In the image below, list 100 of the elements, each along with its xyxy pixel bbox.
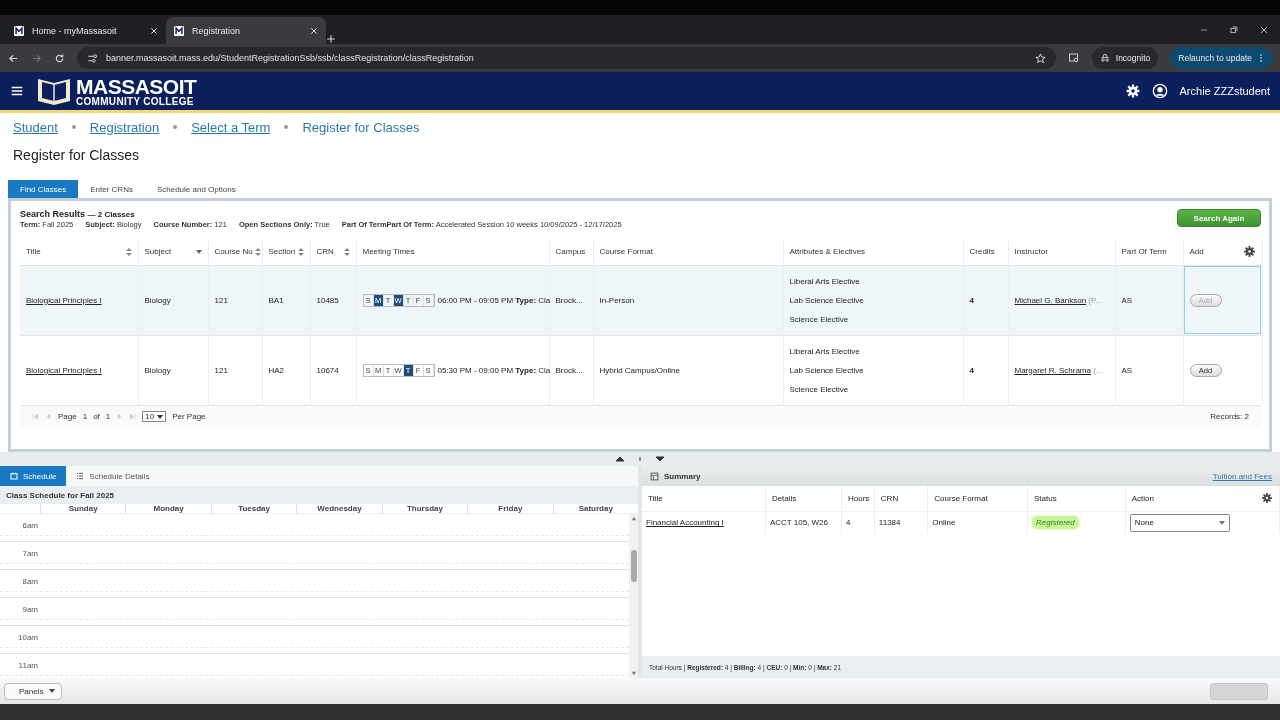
panels-button[interactable]: Panels bbox=[4, 682, 63, 700]
breadcrumb-link[interactable]: Select a Term bbox=[191, 119, 271, 135]
table-cell: ACCT 105, W26 bbox=[769, 518, 828, 528]
caret-icon bbox=[157, 414, 164, 419]
scrollbar[interactable] bbox=[629, 514, 638, 678]
browser-tab[interactable]: Home - myMassasoit bbox=[6, 17, 166, 44]
day-header: Monday bbox=[125, 504, 211, 514]
pager-label: of bbox=[93, 412, 100, 421]
star-icon[interactable] bbox=[1034, 52, 1046, 64]
hour-label: 7am bbox=[21, 549, 38, 558]
breadcrumb-link[interactable]: Student bbox=[13, 119, 58, 135]
attribute-label: Lab Science Elective bbox=[789, 294, 865, 307]
breadcrumb-separator bbox=[284, 125, 289, 129]
tab[interactable]: Enter CRNs bbox=[78, 180, 145, 198]
column-header: Hours bbox=[847, 493, 870, 503]
day-header: Sunday bbox=[40, 504, 126, 514]
table-cell: 4 bbox=[969, 295, 974, 305]
attribute-label: Science Elective bbox=[789, 313, 850, 326]
column-header: Details bbox=[771, 493, 797, 503]
next-page-icon bbox=[116, 413, 124, 420]
restore-icon[interactable] bbox=[1230, 25, 1238, 34]
close-icon[interactable] bbox=[150, 26, 158, 35]
attribute-label: Liberal Arts Elective bbox=[789, 345, 861, 358]
back-icon[interactable] bbox=[8, 52, 19, 64]
sort-icon[interactable] bbox=[125, 247, 132, 256]
previous-page-icon bbox=[45, 413, 52, 420]
first-page-icon bbox=[32, 413, 39, 420]
tuition-fees-link[interactable]: Tuition and Fees bbox=[1212, 471, 1272, 481]
instructor-link[interactable]: Margaret R. Schrama bbox=[1014, 365, 1091, 375]
column-header[interactable]: Campus bbox=[555, 247, 586, 257]
reload-icon[interactable] bbox=[54, 52, 65, 64]
close-icon[interactable] bbox=[1260, 25, 1268, 34]
column-header: Course Format bbox=[934, 493, 988, 503]
schedule-tab[interactable]: Schedule bbox=[0, 466, 67, 486]
action-select[interactable]: None bbox=[1129, 513, 1230, 532]
column-header[interactable]: Title bbox=[26, 247, 41, 257]
menu-icon[interactable] bbox=[10, 84, 24, 98]
incognito-indicator[interactable]: Incognito bbox=[1091, 47, 1159, 69]
column-header[interactable]: Part Of Term bbox=[1121, 247, 1167, 257]
column-header[interactable]: Attributes & Electives bbox=[789, 247, 866, 257]
table-cell: Online bbox=[932, 518, 956, 528]
table-cell: Biology bbox=[144, 365, 171, 375]
instructor-link[interactable]: Michael G. Bankson bbox=[1014, 295, 1087, 305]
column-header[interactable]: Subject bbox=[144, 247, 172, 257]
hour-label: 8am bbox=[21, 577, 38, 586]
new-tab-icon[interactable] bbox=[326, 34, 336, 44]
scrollbar-thumb[interactable] bbox=[630, 550, 637, 582]
page-number[interactable]: 1 bbox=[82, 412, 88, 421]
table-cell: 10674 bbox=[316, 365, 339, 375]
day-header: Friday bbox=[467, 504, 553, 514]
sort-icon[interactable] bbox=[297, 247, 304, 256]
column-header[interactable]: Meeting Times bbox=[362, 247, 415, 257]
day-header: Wednesday bbox=[296, 504, 382, 514]
course-title-link[interactable]: Financial Accounting I bbox=[646, 518, 724, 528]
incognito-icon bbox=[1099, 53, 1110, 63]
page-title: Register for Classes bbox=[12, 146, 141, 165]
column-header[interactable]: CRN bbox=[316, 247, 334, 257]
table-cell: 11384 bbox=[878, 518, 901, 528]
column-header[interactable]: Credits bbox=[969, 247, 995, 257]
sort-icon[interactable] bbox=[343, 247, 350, 256]
column-header[interactable]: Instructor bbox=[1014, 247, 1048, 257]
sort-icon[interactable] bbox=[254, 247, 261, 256]
tab[interactable]: Find Classes bbox=[8, 180, 79, 198]
breadcrumb-separator bbox=[71, 125, 76, 129]
last-page-icon bbox=[129, 413, 137, 420]
summary-title: Summary bbox=[664, 471, 701, 481]
close-icon[interactable] bbox=[310, 26, 318, 35]
column-header: Action bbox=[1131, 493, 1154, 503]
tab[interactable]: Schedule and Options bbox=[144, 180, 248, 198]
schedule-tab[interactable]: Schedule Details bbox=[66, 466, 160, 486]
relaunch-button[interactable]: Relaunch to update bbox=[1170, 47, 1272, 69]
attribute-label: Lab Science Elective bbox=[789, 364, 865, 377]
column-header[interactable]: Course Format bbox=[599, 247, 653, 257]
per-page-select[interactable]: 10 bbox=[142, 411, 167, 422]
caret-icon[interactable] bbox=[195, 249, 202, 254]
column-header[interactable]: Add bbox=[1189, 247, 1204, 257]
calendar-icon bbox=[10, 472, 18, 480]
table-cell: HA2 bbox=[268, 365, 285, 375]
favicon-icon bbox=[174, 25, 184, 36]
user-avatar-icon[interactable] bbox=[1151, 83, 1168, 99]
list-icon bbox=[76, 472, 85, 480]
day-header: Tuesday bbox=[210, 504, 297, 514]
settings-icon[interactable] bbox=[1261, 492, 1273, 505]
table-cell: Brock... bbox=[555, 365, 583, 375]
table-cell: Brock... bbox=[555, 295, 583, 305]
browser-tab[interactable]: Registration bbox=[166, 17, 326, 44]
forward-icon[interactable] bbox=[31, 52, 42, 64]
breadcrumb-link[interactable]: Registration bbox=[89, 119, 160, 135]
column-header[interactable]: Section bbox=[268, 247, 296, 257]
address-bar[interactable]: banner.massasoit.mass.edu/StudentRegistrationSsb/ssb/classRegistration/classRegistration bbox=[77, 47, 1056, 69]
column-header[interactable]: Course Nu bbox=[214, 247, 253, 257]
hour-label: 10am bbox=[17, 633, 38, 642]
user-name[interactable]: Archie ZZZstudent bbox=[1179, 85, 1270, 97]
search-page-icon[interactable] bbox=[1067, 52, 1080, 64]
course-title-link[interactable]: Biological Principles I bbox=[26, 365, 102, 375]
records-count: Records: 2 bbox=[1210, 412, 1249, 421]
table-cell: AS bbox=[1121, 295, 1133, 305]
settings-icon[interactable] bbox=[1242, 245, 1256, 259]
course-title-link[interactable]: Biological Principles I bbox=[26, 295, 102, 305]
table-cell: Hybrid Campus/Online bbox=[599, 365, 680, 375]
